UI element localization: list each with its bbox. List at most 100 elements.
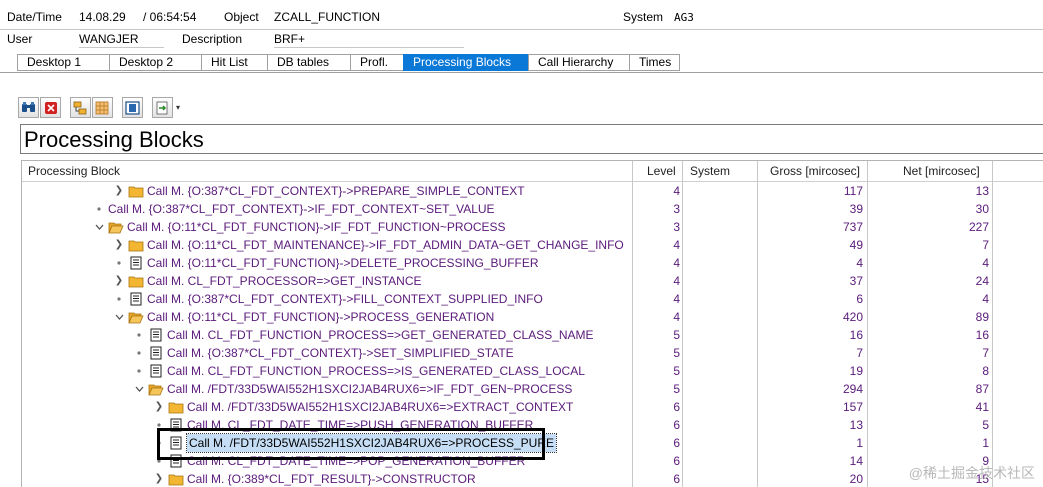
- table-row[interactable]: Call M. {O:11*CL_FDT_FUNCTION}->IF_FDT_F…: [22, 218, 1043, 236]
- tree-node[interactable]: Call M. {O:387*CL_FDT_CONTEXT}->FILL_CON…: [112, 290, 543, 308]
- cell-gross: 420: [842, 310, 863, 324]
- tab-db-tables[interactable]: DB tables: [267, 54, 350, 71]
- cell-net: 30: [975, 202, 989, 216]
- cell-gross: 19: [849, 364, 863, 378]
- cell-gross: 1: [856, 436, 863, 450]
- table-row[interactable]: ❯ Call M. {O:389*CL_FDT_RESULT}->CONSTRUC…: [22, 470, 1043, 487]
- table-row[interactable]: Call M. CL_FDT_FUNCTION_PROCESS=>GET_GEN…: [22, 326, 1043, 344]
- tree-node[interactable]: Call M. {O:387*CL_FDT_CONTEXT}->SET_SIMP…: [132, 344, 514, 362]
- chevron-down-icon[interactable]: [112, 314, 126, 320]
- cell-level: 4: [673, 292, 680, 306]
- table-row[interactable]: Call M. {O:387*CL_FDT_CONTEXT}->SET_SIMP…: [22, 344, 1043, 362]
- cell-net: 7: [982, 346, 989, 360]
- object-label: Object: [224, 10, 259, 24]
- toolbar: ▾: [18, 95, 180, 120]
- tree-node[interactable]: ❯ Call M. {O:11*CL_FDT_MAINTENANCE}->IF_F…: [112, 236, 624, 254]
- cell-gross: 13: [849, 418, 863, 432]
- col-processing-block[interactable]: Processing Block: [28, 161, 120, 182]
- tree-node[interactable]: Call M. CL_FDT_FUNCTION_PROCESS=>IS_GENE…: [132, 362, 585, 380]
- tree-node[interactable]: ❯ Call M. /FDT/33D5WAI552H1SXCI2JAB4RUX6=…: [152, 398, 574, 416]
- expand-icon[interactable]: [70, 97, 91, 118]
- tree-node[interactable]: Call M. {O:11*CL_FDT_FUNCTION}->PROCESS_…: [112, 308, 494, 326]
- export-dropdown-icon[interactable]: ▾: [176, 103, 180, 112]
- cell-level: 5: [673, 364, 680, 378]
- tree-node[interactable]: Call M. {O:11*CL_FDT_FUNCTION}->IF_FDT_F…: [92, 218, 506, 236]
- cell-level: 4: [673, 184, 680, 198]
- tab-hit-list[interactable]: Hit List: [201, 54, 267, 71]
- chevron-right-icon[interactable]: ❯: [152, 398, 166, 416]
- tab-processing-blocks[interactable]: Processing Blocks: [403, 54, 528, 71]
- tree-node[interactable]: ❯ Call M. {O:389*CL_FDT_RESULT}->CONSTRUC…: [152, 470, 476, 487]
- table-row[interactable]: ❯ Call M. CL_FDT_PROCESSOR=>GET_INSTANCE 4…: [22, 272, 1043, 290]
- col-net[interactable]: Net [mircosec]: [903, 161, 980, 182]
- cell-level: 5: [673, 328, 680, 342]
- binoculars-icon[interactable]: [18, 97, 39, 118]
- tree-node-label: Call M. {O:11*CL_FDT_FUNCTION}->DELETE_P…: [147, 256, 539, 270]
- layout-icon[interactable]: [122, 97, 143, 118]
- table-row[interactable]: ❯ Call M. {O:11*CL_FDT_MAINTENANCE}->IF_F…: [22, 236, 1043, 254]
- stop-icon[interactable]: [40, 97, 61, 118]
- cell-net: 16: [975, 328, 989, 342]
- system-label: System: [623, 10, 664, 24]
- system-value: AG3: [674, 11, 694, 24]
- folder-open-icon: [128, 309, 144, 325]
- user-value: WANGJER: [79, 32, 139, 46]
- cell-net: 8: [982, 364, 989, 378]
- user-label: User: [7, 32, 33, 46]
- cell-gross: 117: [843, 184, 863, 198]
- user-underline: [79, 47, 164, 48]
- tree-node-label: Call M. CL_FDT_PROCESSOR=>GET_INSTANCE: [147, 274, 422, 288]
- chevron-down-icon[interactable]: [92, 224, 106, 230]
- document-icon: [148, 363, 164, 379]
- tree-node[interactable]: Call M. /FDT/33D5WAI552H1SXCI2JAB4RUX6=>…: [132, 380, 572, 398]
- tab-desktop-2[interactable]: Desktop 2: [109, 54, 201, 71]
- tree-node[interactable]: ❯ Call M. {O:387*CL_FDT_CONTEXT}->PREPARE…: [112, 182, 525, 200]
- tree-node[interactable]: Call M. CL_FDT_FUNCTION_PROCESS=>GET_GEN…: [132, 326, 594, 344]
- cell-net: 13: [975, 184, 989, 198]
- date-time-label: Date/Time: [7, 10, 62, 24]
- table-row[interactable]: Call M. {O:11*CL_FDT_FUNCTION}->PROCESS_…: [22, 308, 1043, 326]
- cell-gross: 6: [856, 292, 863, 306]
- date-value: 14.08.29: [79, 10, 126, 24]
- col-system[interactable]: System: [690, 161, 730, 182]
- table-row[interactable]: Call M. /FDT/33D5WAI552H1SXCI2JAB4RUX6=>…: [22, 380, 1043, 398]
- tab-call-hierarchy[interactable]: Call Hierarchy: [528, 54, 629, 71]
- table-row[interactable]: Call M. {O:387*CL_FDT_CONTEXT}->IF_FDT_C…: [22, 200, 1043, 218]
- tree-node-label: Call M. /FDT/33D5WAI552H1SXCI2JAB4RUX6=>…: [167, 382, 573, 396]
- tree-node[interactable]: Call M. {O:11*CL_FDT_FUNCTION}->DELETE_P…: [112, 254, 539, 272]
- cell-net: 24: [975, 274, 989, 288]
- col-gross[interactable]: Gross [mircosec]: [770, 161, 860, 182]
- tab-times[interactable]: Times: [629, 54, 680, 71]
- cell-net: 41: [975, 400, 989, 414]
- table-row[interactable]: Call M. {O:11*CL_FDT_FUNCTION}->DELETE_P…: [22, 254, 1043, 272]
- title-box: Processing Blocks: [20, 124, 1043, 154]
- table-row[interactable]: Call M. CL_FDT_FUNCTION_PROCESS=>IS_GENE…: [22, 362, 1043, 380]
- folder-icon: [128, 237, 144, 253]
- tree-node-label: Call M. {O:11*CL_FDT_MAINTENANCE}->IF_FD…: [147, 238, 624, 252]
- chevron-right-icon[interactable]: ❯: [112, 272, 126, 290]
- table-row[interactable]: ❯ Call M. {O:387*CL_FDT_CONTEXT}->PREPARE…: [22, 182, 1043, 200]
- cell-gross: 37: [849, 274, 863, 288]
- selection-highlight-box: [157, 428, 545, 460]
- tab-desktop-1[interactable]: Desktop 1: [17, 54, 109, 71]
- cell-gross: 49: [849, 238, 863, 252]
- cell-gross: 14: [849, 454, 863, 468]
- cell-net: 5: [982, 418, 989, 432]
- watermark: @稀土掘金技术社区: [908, 465, 1035, 481]
- chevron-right-icon[interactable]: ❯: [112, 236, 126, 254]
- export-icon[interactable]: [152, 97, 173, 118]
- table-row[interactable]: ❯ Call M. /FDT/33D5WAI552H1SXCI2JAB4RUX6=…: [22, 398, 1043, 416]
- cell-gross: 39: [849, 202, 863, 216]
- description-label: Description: [182, 32, 243, 46]
- folder-open-icon: [108, 219, 124, 235]
- col-level[interactable]: Level: [647, 161, 676, 182]
- tab-profl[interactable]: Profl.: [350, 54, 403, 71]
- cell-gross: 4: [856, 256, 863, 270]
- chevron-right-icon[interactable]: ❯: [152, 470, 166, 487]
- collapse-icon[interactable]: [92, 97, 113, 118]
- chevron-right-icon[interactable]: ❯: [112, 182, 126, 200]
- tree-node[interactable]: Call M. {O:387*CL_FDT_CONTEXT}->IF_FDT_C…: [92, 200, 495, 218]
- table-row[interactable]: Call M. {O:387*CL_FDT_CONTEXT}->FILL_CON…: [22, 290, 1043, 308]
- chevron-down-icon[interactable]: [132, 386, 146, 392]
- tree-node[interactable]: ❯ Call M. CL_FDT_PROCESSOR=>GET_INSTANCE: [112, 272, 422, 290]
